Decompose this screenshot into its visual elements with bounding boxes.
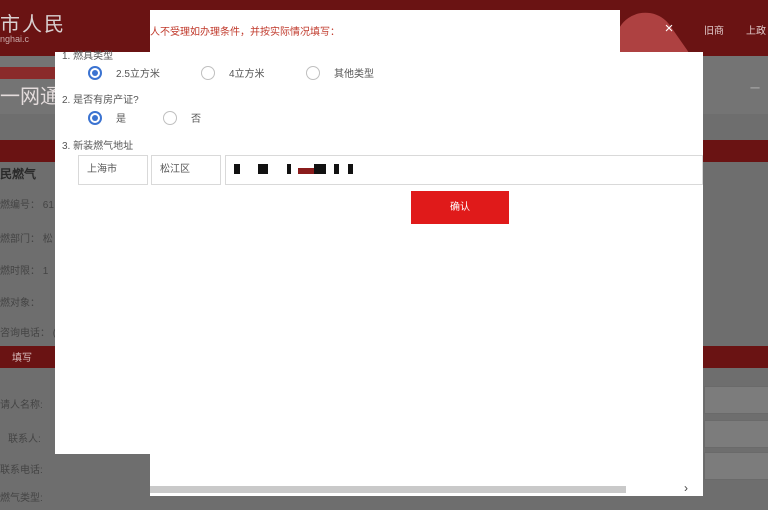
info-row: 燃时限： 1	[0, 266, 49, 277]
form-label: 请人名称:	[0, 400, 43, 411]
close-icon[interactable]: ×	[660, 20, 678, 38]
redacted-text	[348, 164, 353, 174]
radio-option-4[interactable]: 4立方米	[201, 65, 265, 80]
info-row: 咨询电话： (0	[0, 328, 62, 339]
address-input[interactable]	[225, 155, 703, 185]
form-input[interactable]	[704, 386, 768, 414]
confirm-button[interactable]: 确认	[411, 191, 509, 224]
info-row: 燃对象：	[0, 298, 40, 309]
district-select[interactable]: 松江区	[151, 155, 221, 185]
question-2-label: 2. 是否有房产证?	[62, 95, 139, 106]
radio-label: 2.5立方米	[116, 69, 160, 80]
redacted-text	[314, 164, 326, 174]
scrollbar-thumb[interactable]	[150, 486, 626, 493]
breadcrumb: 一	[750, 84, 760, 95]
form-label: 燃气类型:	[0, 493, 43, 504]
question-1-label: 1. 燃具类型	[62, 51, 114, 62]
header-link[interactable]: 上政	[746, 22, 766, 37]
radio-option-2-5[interactable]: 2.5立方米	[88, 65, 160, 80]
radio-checked-icon	[88, 65, 102, 80]
radio-unchecked-icon	[201, 65, 215, 80]
service-title: 一网通	[0, 86, 60, 108]
radio-label: 其他类型	[334, 69, 374, 80]
dialog-notice: 人不受理如办理条件，并按实际情况填写：	[150, 27, 340, 38]
redacted-text	[287, 164, 291, 174]
service-tag	[0, 67, 58, 79]
form-input[interactable]	[704, 452, 768, 480]
section-title: 民燃气	[0, 167, 37, 181]
header-link[interactable]: 旧商	[704, 22, 724, 37]
form-label: 联系电话:	[0, 465, 43, 476]
info-row: 燃部门： 松	[0, 234, 53, 245]
redacted-text	[258, 164, 268, 174]
horizontal-scrollbar[interactable]	[150, 484, 698, 494]
site-logo-subtext: nghai.c	[0, 34, 30, 44]
radio-checked-icon	[88, 110, 102, 125]
radio-unchecked-icon	[163, 110, 177, 125]
radio-option-yes[interactable]: 是	[88, 110, 126, 125]
redacted-text	[298, 168, 314, 174]
redacted-text	[234, 164, 240, 174]
city-select[interactable]: 上海市	[78, 155, 148, 185]
radio-unchecked-icon	[306, 65, 320, 80]
scroll-right-icon[interactable]: ›	[679, 481, 693, 495]
site-logo-text: 市人民	[0, 14, 66, 36]
radio-label: 是	[116, 114, 126, 125]
radio-option-no[interactable]: 否	[163, 110, 201, 125]
radio-label: 否	[191, 114, 201, 125]
dialog-panel	[55, 52, 703, 454]
question-3-label: 3. 新装燃气地址	[62, 141, 134, 152]
redacted-text	[334, 164, 339, 174]
radio-option-other[interactable]: 其他类型	[306, 65, 374, 80]
form-label: 联系人:	[8, 434, 41, 445]
radio-label: 4立方米	[229, 69, 265, 80]
form-section-label: 填写	[12, 353, 32, 364]
form-input[interactable]	[704, 420, 768, 448]
info-row: 燃编号： 61	[0, 200, 54, 211]
